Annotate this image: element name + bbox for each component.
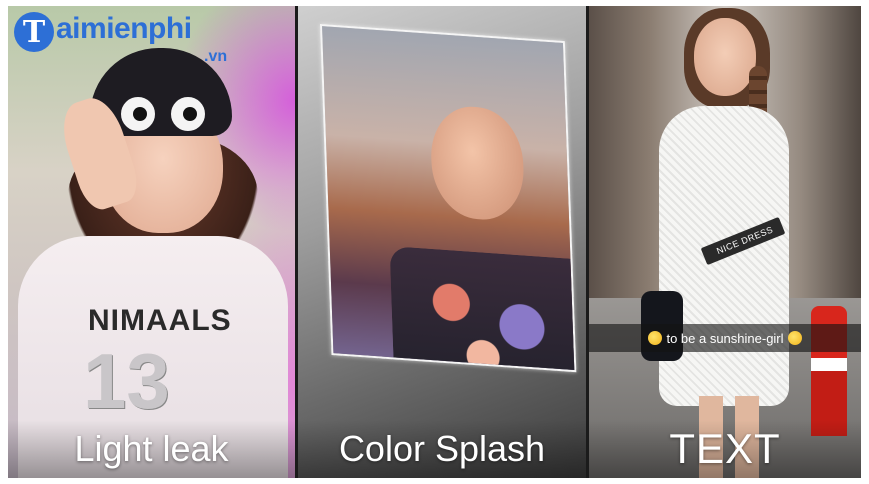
panel-color-splash[interactable]: Color Splash [298, 6, 586, 478]
label-bar: Color Splash [298, 420, 586, 478]
caption-bar[interactable]: to be a sunshine-girl [589, 324, 861, 352]
face-shape [694, 18, 756, 96]
shirt-print: NIMAALS [88, 304, 232, 337]
filter-label: Color Splash [338, 428, 546, 469]
smiley-emoji-icon [648, 331, 663, 345]
caption-text: to be a sunshine-girl [666, 330, 784, 346]
panel-text[interactable]: NICE DRESS to be a sunshine-girl TEXT [589, 6, 861, 478]
logo-suffix: .vn [204, 48, 228, 65]
smiley-emoji-icon [787, 331, 802, 345]
logo-mark-icon: T [14, 12, 54, 52]
filter-label: Light leak [74, 428, 229, 469]
shirt-number: 13 [83, 337, 170, 425]
logo-wordmark: aimienphi [56, 12, 192, 45]
taimienphi-logo: T aimienphi .vn [14, 12, 227, 65]
light-leak-photo: NIMAALS 13 [8, 6, 295, 478]
color-frame [320, 24, 577, 373]
floral-top-shape [389, 246, 577, 373]
color-splash-photo [298, 6, 586, 478]
label-bar: TEXT [589, 420, 861, 478]
filter-label: TEXT [669, 425, 781, 472]
beanie-eye-icon [168, 94, 208, 134]
beanie-eye-icon [118, 94, 158, 134]
panel-light-leak[interactable]: NIMAALS 13 Light leak [8, 6, 295, 478]
filter-showcase: NIMAALS 13 Light leak Color Splash NICE … [8, 6, 861, 478]
label-bar: Light leak [8, 420, 295, 478]
